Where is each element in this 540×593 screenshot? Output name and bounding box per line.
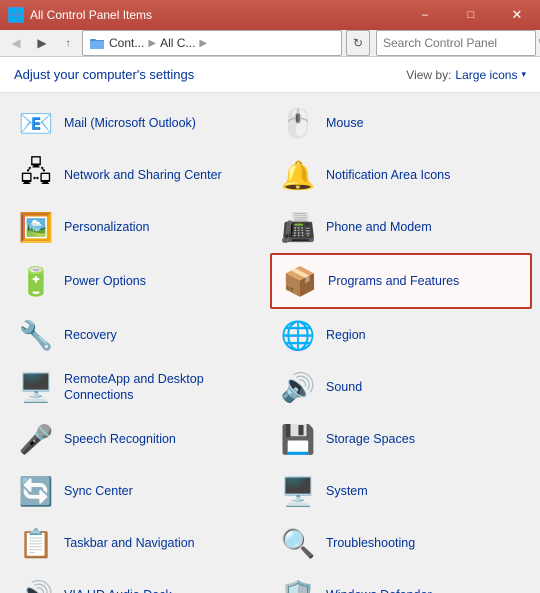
recovery-icon: 🔧 (18, 317, 54, 353)
sound-label: Sound (326, 379, 362, 395)
sync-icon: 🔄 (18, 473, 54, 509)
forward-button[interactable]: ▶ (30, 31, 54, 55)
storage-label: Storage Spaces (326, 431, 415, 447)
path-part2: All C... (160, 36, 195, 50)
window-title: All Control Panel Items (30, 8, 152, 22)
list-item[interactable]: 🛡️ Windows Defender (270, 569, 532, 593)
phone-icon: 📠 (280, 209, 316, 245)
content-area: Adjust your computer's settings View by:… (0, 57, 540, 593)
speech-label: Speech Recognition (64, 431, 176, 447)
taskbar-label: Taskbar and Navigation (64, 535, 195, 551)
window-controls: – □ ✕ (402, 0, 540, 30)
power-label: Power Options (64, 273, 146, 289)
back-button[interactable]: ◀ (4, 31, 28, 55)
list-item[interactable]: 📧 Mail (Microsoft Outlook) (8, 97, 270, 149)
list-item[interactable]: 🎤 Speech Recognition (8, 413, 270, 465)
storage-icon: 💾 (280, 421, 316, 457)
trouble-icon: 🔍 (280, 525, 316, 561)
maximize-button[interactable]: □ (448, 0, 494, 30)
region-icon: 🌐 (280, 317, 316, 353)
windows-icon: 🛡️ (280, 577, 316, 593)
list-item[interactable]: 🖥️ RemoteApp and Desktop Connections (8, 361, 270, 413)
via-label: VIA HD Audio Deck (64, 587, 172, 593)
personalization-icon: 🖼️ (18, 209, 54, 245)
items-container: 📧 Mail (Microsoft Outlook) 🖱️ Mouse 🖧 Network… (0, 93, 540, 593)
list-item[interactable]: 🔊 Sound (270, 361, 532, 413)
recovery-label: Recovery (64, 327, 117, 343)
address-path[interactable]: Cont... ▶ All C... ▶ (82, 30, 342, 56)
view-by-label: View by: (406, 68, 451, 82)
path-sep1: ▶ (148, 38, 156, 49)
remoteapp-icon: 🖥️ (18, 369, 54, 405)
items-grid: 📧 Mail (Microsoft Outlook) 🖱️ Mouse 🖧 Network… (8, 97, 532, 593)
path-sep2: ▶ (199, 38, 207, 49)
up-button[interactable]: ↑ (56, 31, 80, 55)
mouse-icon: 🖱️ (280, 105, 316, 141)
list-item[interactable]: 💾 Storage Spaces (270, 413, 532, 465)
page-heading: Adjust your computer's settings (14, 67, 194, 82)
refresh-button[interactable]: ↻ (346, 30, 370, 56)
system-label: System (326, 483, 368, 499)
app-window: All Control Panel Items – □ ✕ ◀ ▶ ↑ Cont… (0, 0, 540, 593)
via-icon: 🔊 (18, 577, 54, 593)
phone-label: Phone and Modem (326, 219, 432, 235)
mouse-label: Mouse (326, 115, 364, 131)
windows-label: Windows Defender (326, 587, 432, 593)
network-label: Network and Sharing Center (64, 167, 222, 183)
list-item[interactable]: 📋 Taskbar and Navigation (8, 517, 270, 569)
close-button[interactable]: ✕ (494, 0, 540, 30)
title-bar-left: All Control Panel Items (8, 7, 152, 23)
address-bar: ◀ ▶ ↑ Cont... ▶ All C... ▶ ↻ 🔍 (0, 30, 540, 57)
power-icon: 🔋 (18, 263, 54, 299)
search-input[interactable] (383, 36, 538, 50)
list-item[interactable]: 🖱️ Mouse (270, 97, 532, 149)
list-item[interactable]: 🔋 Power Options (8, 253, 270, 309)
network-icon: 🖧 (18, 157, 54, 193)
minimize-button[interactable]: – (402, 0, 448, 30)
list-item[interactable]: 🔄 Sync Center (8, 465, 270, 517)
notification-icon: 🔔 (280, 157, 316, 193)
search-box[interactable]: 🔍 (376, 30, 536, 56)
path-part1: Cont... (109, 36, 144, 50)
remoteapp-label: RemoteApp and Desktop Connections (64, 371, 260, 404)
view-by-value[interactable]: Large icons (455, 68, 517, 82)
list-item[interactable]: 🖧 Network and Sharing Center (8, 149, 270, 201)
folder-icon (89, 35, 105, 51)
list-item[interactable]: 🔧 Recovery (8, 309, 270, 361)
app-icon (8, 7, 24, 23)
list-item[interactable]: 🔊 VIA HD Audio Deck (8, 569, 270, 593)
title-bar: All Control Panel Items – □ ✕ (0, 0, 540, 30)
list-item[interactable]: 📠 Phone and Modem (270, 201, 532, 253)
list-item[interactable]: 🖥️ System (270, 465, 532, 517)
list-item[interactable]: 🔍 Troubleshooting (270, 517, 532, 569)
taskbar-icon: 📋 (18, 525, 54, 561)
notification-label: Notification Area Icons (326, 167, 450, 183)
mail-label: Mail (Microsoft Outlook) (64, 115, 196, 131)
list-item[interactable]: 🖼️ Personalization (8, 201, 270, 253)
trouble-label: Troubleshooting (326, 535, 415, 551)
list-item[interactable]: 📦 Programs and Features (270, 253, 532, 309)
personalization-label: Personalization (64, 219, 149, 235)
list-item[interactable]: 🌐 Region (270, 309, 532, 361)
programs-icon: 📦 (282, 263, 318, 299)
system-icon: 🖥️ (280, 473, 316, 509)
speech-icon: 🎤 (18, 421, 54, 457)
programs-label: Programs and Features (328, 273, 459, 289)
list-item[interactable]: 🔔 Notification Area Icons (270, 149, 532, 201)
mail-icon: 📧 (18, 105, 54, 141)
heading-bar: Adjust your computer's settings View by:… (0, 57, 540, 93)
sound-icon: 🔊 (280, 369, 316, 405)
sync-label: Sync Center (64, 483, 133, 499)
view-by-control[interactable]: View by: Large icons ▾ (406, 68, 526, 82)
region-label: Region (326, 327, 366, 343)
chevron-down-icon: ▾ (521, 69, 526, 80)
